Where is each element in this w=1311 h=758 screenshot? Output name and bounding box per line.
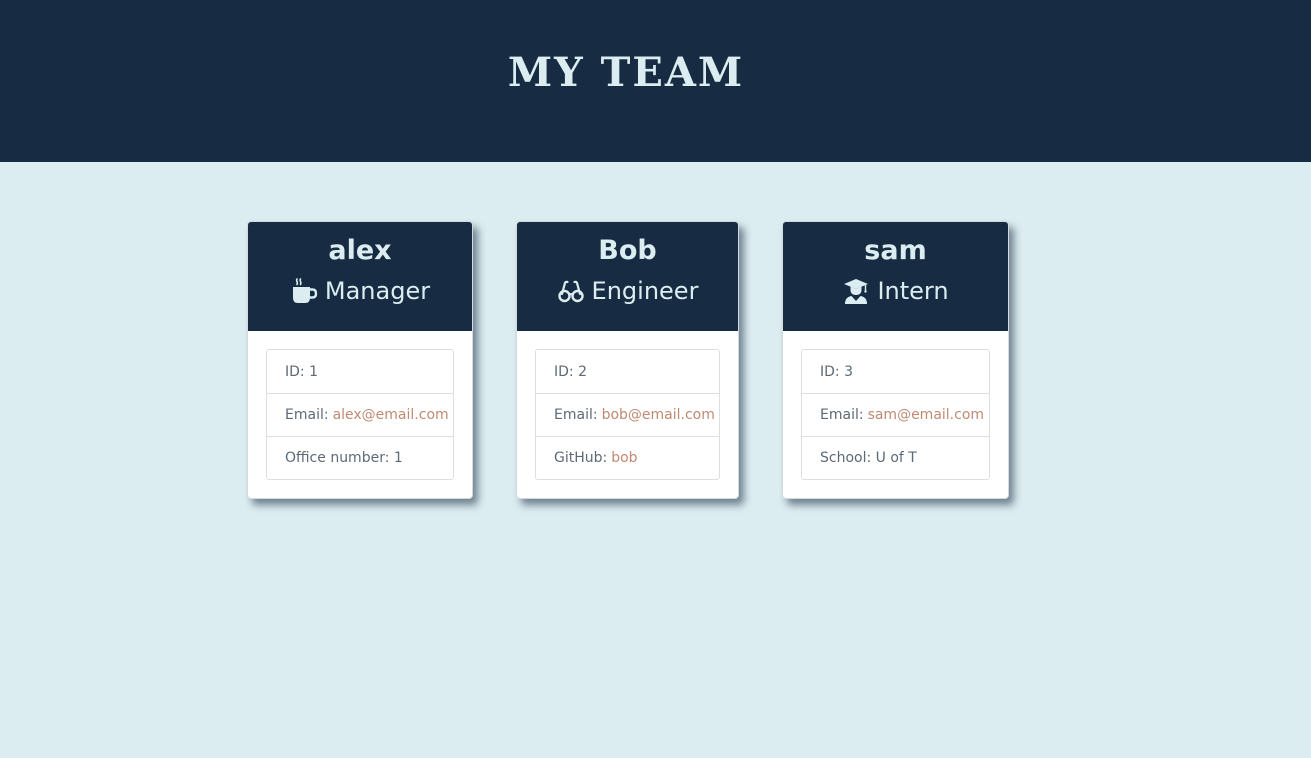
id-value: 3 <box>844 363 854 380</box>
list-item-school: School: U of T <box>802 436 989 479</box>
list-item-id: ID: 3 <box>802 350 989 393</box>
employee-card-manager: alex Manager ID: 1 Email: alex@email.com … <box>247 221 473 499</box>
list-item-github: GitHub: bob <box>536 436 719 479</box>
card-header: Bob Engineer <box>517 222 738 331</box>
page-title: MY TEAM <box>507 49 745 96</box>
email-link[interactable]: bob@email.com <box>602 407 715 423</box>
email-label: Email: <box>554 407 598 423</box>
employee-role: Manager <box>248 275 472 307</box>
employee-role: Intern <box>783 275 1008 307</box>
employee-name: Bob <box>598 235 657 266</box>
email-link[interactable]: alex@email.com <box>333 407 449 423</box>
id-value: 2 <box>578 363 588 380</box>
list-item-office-number: Office number: 1 <box>267 436 453 479</box>
id-value: 1 <box>309 363 319 380</box>
role-label: Intern <box>877 277 949 305</box>
id-label: ID: <box>285 363 305 380</box>
id-label: ID: <box>820 363 840 380</box>
role-label: Engineer <box>591 277 699 305</box>
list-item-id: ID: 2 <box>536 350 719 393</box>
github-link[interactable]: bob <box>611 450 637 466</box>
card-header: alex Manager <box>248 222 472 331</box>
role-label: Manager <box>324 277 431 305</box>
glasses-icon <box>557 277 585 305</box>
email-label: Email: <box>820 407 864 423</box>
school-value: U of T <box>875 450 917 466</box>
list-item-email: Email: alex@email.com <box>267 393 453 436</box>
employee-details-list: ID: 3 Email: sam@email.com School: U of T <box>801 349 990 480</box>
employee-card-intern: sam Intern ID: 3 Email: sam@email.com Sch… <box>782 221 1009 499</box>
employee-card-engineer: Bob Engineer ID: 2 Email: bob@email.com G… <box>516 221 739 499</box>
email-label: Email: <box>285 407 329 423</box>
github-label: GitHub: <box>554 450 608 466</box>
card-header: sam Intern <box>783 222 1008 331</box>
office-number-value: 1 <box>393 450 403 466</box>
list-item-email: Email: sam@email.com <box>802 393 989 436</box>
list-item-email: Email: bob@email.com <box>536 393 719 436</box>
coffee-mug-icon <box>290 277 318 305</box>
id-label: ID: <box>554 363 574 380</box>
employee-role: Engineer <box>517 275 738 307</box>
school-label: School: <box>820 450 872 466</box>
list-item-id: ID: 1 <box>267 350 453 393</box>
graduate-icon <box>842 277 870 305</box>
employee-details-list: ID: 2 Email: bob@email.com GitHub: bob <box>535 349 720 480</box>
page-header: MY TEAM <box>0 0 1311 162</box>
employee-details-list: ID: 1 Email: alex@email.com Office number… <box>266 349 454 480</box>
email-link[interactable]: sam@email.com <box>868 407 984 423</box>
employee-name: sam <box>864 235 927 266</box>
office-number-label: Office number: <box>285 450 390 466</box>
employee-name: alex <box>328 235 392 266</box>
